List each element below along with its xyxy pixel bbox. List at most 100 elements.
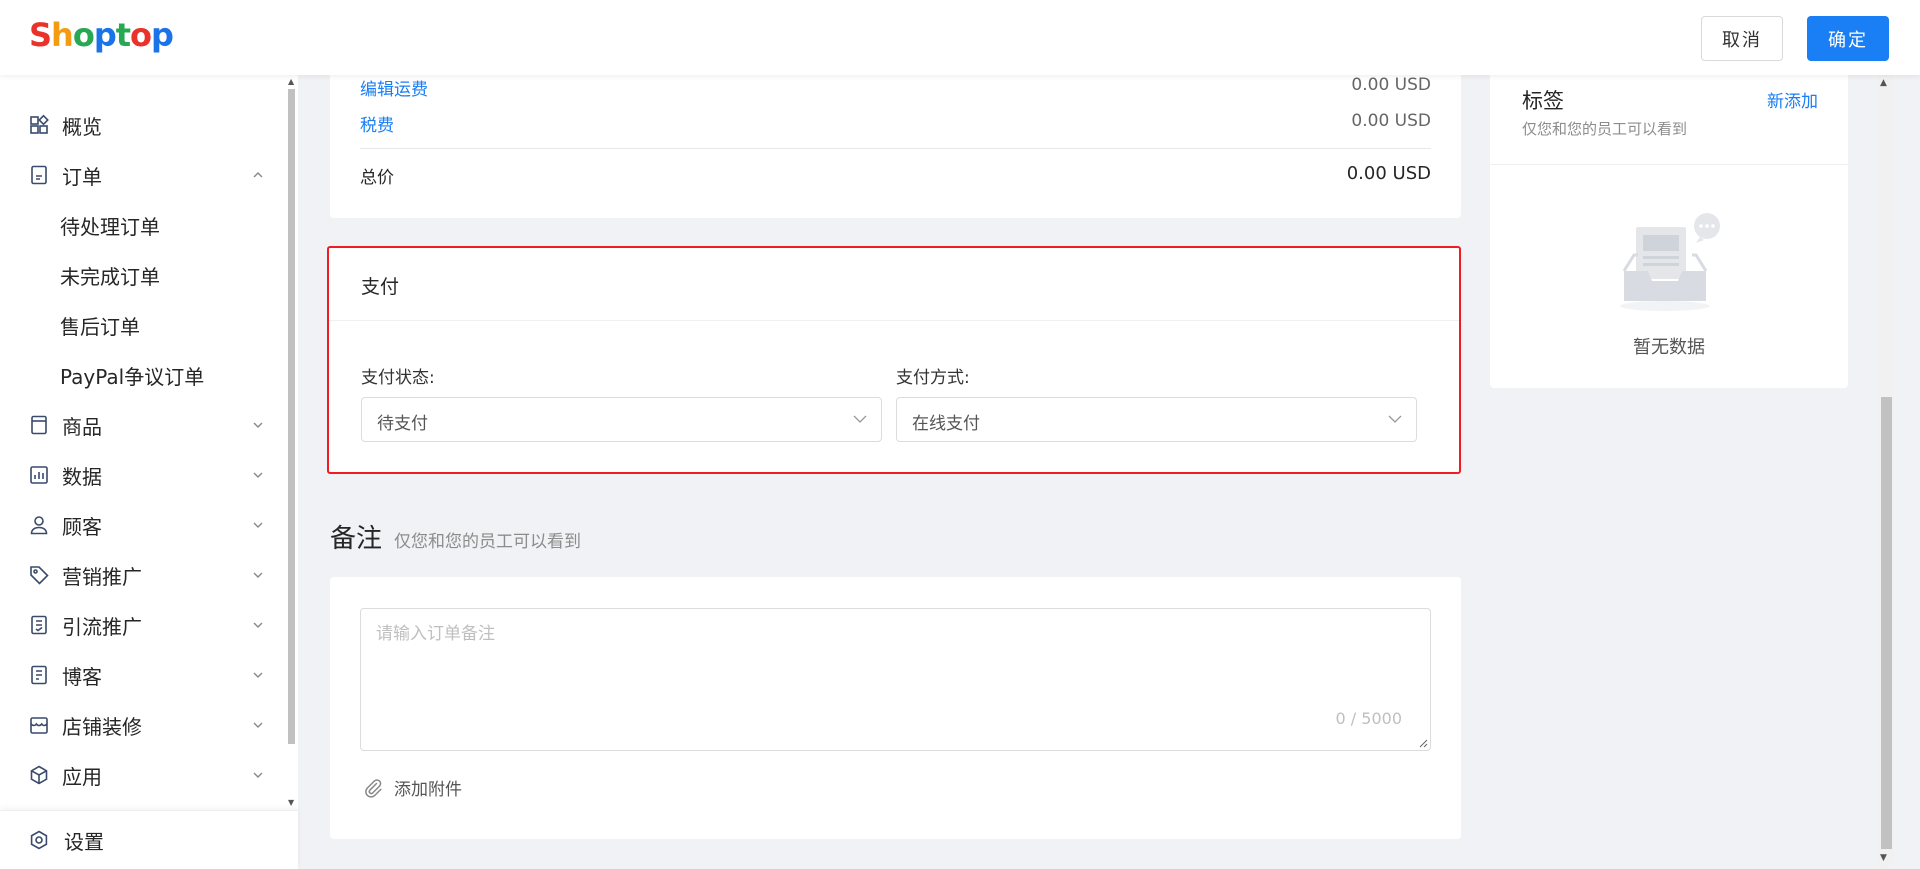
sidebar-item-label: 应用: [62, 764, 102, 789]
sidebar-item-blog[interactable]: 博客: [0, 655, 285, 695]
select-value: 在线支付: [912, 414, 980, 434]
sidebar-item-label: 订单: [62, 164, 102, 189]
notes-card: 请输入订单备注 0 / 5000 添加附件: [330, 577, 1461, 839]
sidebar: 概览 订单 待处理订单 未完成订单 售后订单 PayPal争议订单 商品 数据: [0, 75, 298, 869]
scroll-down-icon[interactable]: ▼: [288, 798, 294, 807]
sidebar-item-orders[interactable]: 订单: [0, 155, 285, 195]
logo-letter: S: [29, 16, 52, 54]
sidebar-item-overview[interactable]: 概览: [0, 105, 285, 145]
sidebar-item-label: 设置: [64, 829, 104, 854]
sidebar-item-label: 数据: [62, 464, 102, 489]
top-bar: Shoptop 取消 确定: [0, 0, 1920, 75]
chevron-down-icon: [253, 672, 263, 678]
sidebar-item-paypal-dispute-orders[interactable]: PayPal争议订单: [0, 355, 285, 395]
scroll-up-icon[interactable]: ▲: [1880, 78, 1887, 88]
sidebar-item-label: 售后订单: [60, 314, 140, 339]
sidebar-item-after-sales-orders[interactable]: 售后订单: [0, 305, 285, 345]
confirm-button[interactable]: 确定: [1807, 16, 1889, 61]
logo-letter: o: [130, 16, 152, 54]
main-scrollbar-thumb[interactable]: [1881, 397, 1892, 849]
sidebar-item-marketing[interactable]: 营销推广: [0, 555, 285, 595]
total-amount: 0.00 USD: [1346, 163, 1431, 184]
shipping-row: 编辑运费 0.00 USD: [360, 75, 1431, 100]
divider: [1490, 164, 1848, 165]
sidebar-item-products[interactable]: 商品: [0, 405, 285, 445]
empty-state-label: 暂无数据: [1633, 337, 1705, 358]
payment-status-label: 支付状态:: [361, 368, 435, 388]
product-icon: [31, 415, 47, 435]
empty-inbox-icon: [1620, 213, 1720, 311]
chevron-down-icon: [253, 622, 263, 628]
sidebar-item-customers[interactable]: 顾客: [0, 505, 285, 545]
payment-card: 支付 支付状态: 支付方式: 待支付 在线支付: [327, 246, 1461, 474]
total-row: 总价 0.00 USD: [360, 163, 1431, 188]
add-attachment-button[interactable]: 添加附件: [362, 775, 462, 800]
tags-subtitle: 仅您和您的员工可以看到: [1522, 120, 1688, 138]
tax-link[interactable]: 税费: [360, 111, 394, 136]
logo-letter: h: [51, 16, 74, 54]
tax-amount: 0.00 USD: [1351, 111, 1431, 131]
logo-letter: p: [93, 16, 117, 54]
chart-icon: [30, 466, 48, 484]
sidebar-item-traffic[interactable]: 引流推广: [0, 605, 285, 645]
chevron-down-icon: [253, 722, 263, 728]
sidebar-item-incomplete-orders[interactable]: 未完成订单: [0, 255, 285, 295]
payment-method-select[interactable]: 在线支付: [896, 397, 1417, 442]
textarea-placeholder: 请输入订单备注: [376, 624, 495, 644]
select-value: 待支付: [377, 414, 428, 434]
tags-card: 标签 新添加 仅您和您的员工可以看到 暂无数据: [1490, 60, 1848, 388]
sidebar-item-settings[interactable]: 设置: [0, 810, 298, 869]
user-icon: [30, 516, 48, 535]
sidebar-item-label: 博客: [62, 664, 102, 689]
divider: [360, 148, 1431, 149]
chevron-down-icon: [1388, 415, 1402, 423]
paperclip-icon: [365, 778, 382, 798]
order-summary-card: 编辑运费 0.00 USD 税费 0.00 USD 总价 0.00 USD: [330, 60, 1461, 218]
chevron-up-icon: [253, 172, 263, 178]
chevron-down-icon: [853, 415, 867, 423]
shoptop-logo[interactable]: Shoptop: [29, 16, 174, 54]
sidebar-item-pending-orders[interactable]: 待处理订单: [0, 205, 285, 245]
scroll-down-icon[interactable]: ▼: [1880, 853, 1887, 863]
sidebar-nav: 概览 订单 待处理订单 未完成订单 售后订单 PayPal争议订单 商品 数据: [0, 75, 285, 810]
sidebar-item-apps[interactable]: 应用: [0, 755, 285, 795]
payment-method-label: 支付方式:: [896, 368, 970, 388]
sidebar-item-label: 商品: [62, 414, 102, 439]
sidebar-item-data[interactable]: 数据: [0, 455, 285, 495]
notes-title: 备注: [330, 524, 383, 554]
sidebar-item-store-design[interactable]: 店铺装修: [0, 705, 285, 745]
chevron-down-icon: [253, 522, 263, 528]
sidebar-item-label: 引流推广: [62, 614, 142, 639]
sidebar-item-label: 概览: [62, 114, 102, 139]
sidebar-item-label: PayPal争议订单: [60, 364, 205, 389]
sidebar-item-label: 顾客: [62, 514, 102, 539]
store-icon: [30, 717, 48, 734]
order-notes-textarea[interactable]: 请输入订单备注 0 / 5000: [360, 608, 1431, 751]
edit-shipping-link[interactable]: 编辑运费: [360, 75, 428, 100]
sidebar-item-label: 未完成订单: [60, 264, 160, 289]
chevron-down-icon: [253, 472, 263, 478]
logo-letter: t: [115, 16, 131, 54]
sidebar-scrollbar-thumb[interactable]: [288, 89, 295, 744]
cancel-button[interactable]: 取消: [1701, 16, 1783, 61]
chevron-down-icon: [253, 572, 263, 578]
chevron-down-icon: [253, 422, 263, 428]
resize-handle-icon[interactable]: [1418, 738, 1428, 748]
scroll-up-icon[interactable]: ▲: [288, 77, 294, 86]
payment-status-select[interactable]: 待支付: [361, 397, 882, 442]
sidebar-item-label: 待处理订单: [60, 214, 160, 239]
add-tag-link[interactable]: 新添加: [1767, 87, 1818, 112]
gear-icon: [30, 830, 48, 850]
tag-icon: [30, 566, 49, 585]
order-icon: [31, 165, 47, 185]
traffic-icon: [31, 615, 47, 635]
total-label: 总价: [360, 168, 394, 188]
divider: [329, 320, 1459, 321]
add-attachment-label: 添加附件: [394, 780, 462, 800]
sidebar-item-label: 营销推广: [62, 564, 142, 589]
character-counter: 0 / 5000: [1335, 709, 1402, 728]
logo-letter: o: [72, 16, 95, 54]
shipping-amount: 0.00 USD: [1351, 75, 1431, 95]
notes-heading: 备注 仅您和您的员工可以看到: [330, 518, 581, 555]
chevron-down-icon: [253, 772, 263, 778]
